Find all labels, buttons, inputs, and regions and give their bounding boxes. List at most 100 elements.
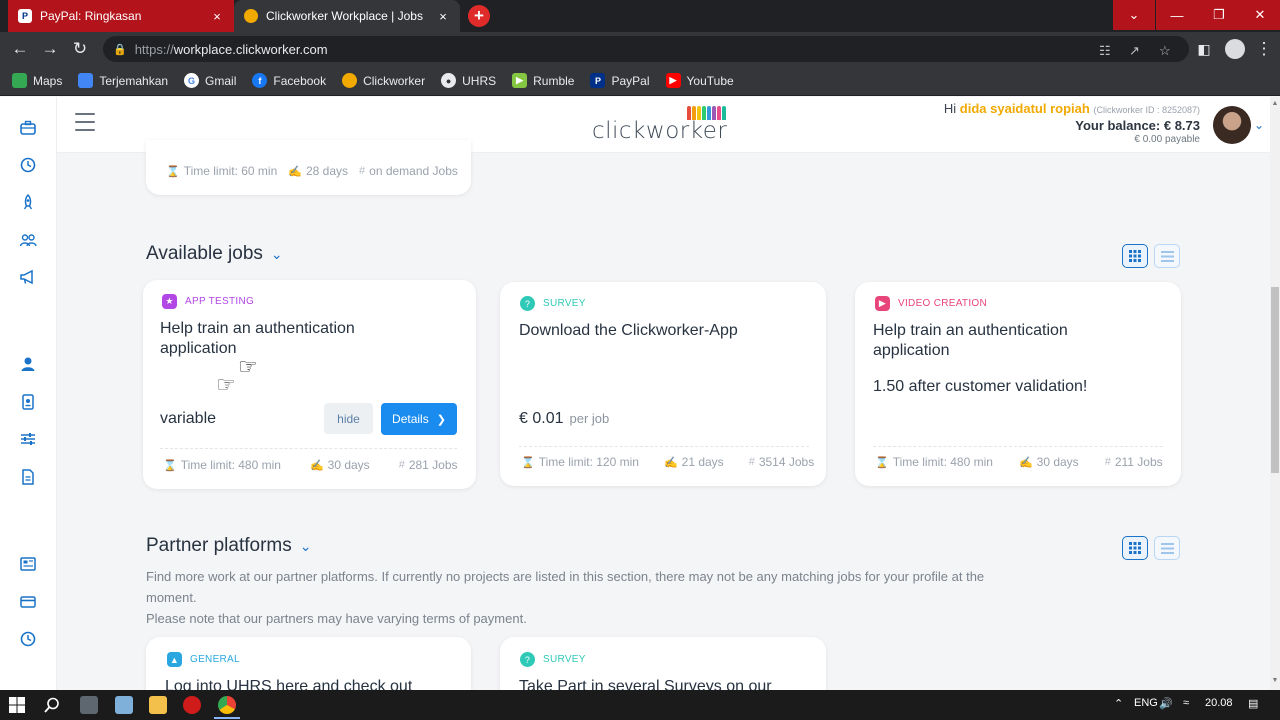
section-title-text: Available jobs — [146, 243, 263, 264]
bookmark-terjemahkan[interactable]: Terjemahkan — [78, 73, 168, 88]
bookmark-clickworker[interactable]: Clickworker — [342, 73, 425, 88]
clickworker-logo[interactable]: clickworker — [592, 106, 737, 146]
user-icon[interactable] — [19, 355, 37, 373]
reload-icon[interactable]: ↻ — [68, 38, 92, 60]
wifi-icon[interactable]: ≈ — [1183, 697, 1189, 709]
side-panel-icon[interactable]: ◧ — [1192, 38, 1216, 60]
maximize-button[interactable]: ❐ — [1198, 0, 1240, 30]
scroll-up-icon[interactable]: ▲ — [1271, 100, 1279, 107]
hamburger-menu-icon[interactable] — [75, 113, 95, 131]
url-bar[interactable]: 🔒 https:// workplace.clickworker.com ☷ ↗… — [103, 36, 1189, 62]
bookmark-uhrs[interactable]: ● UHRS — [441, 73, 496, 88]
grid-icon — [1129, 250, 1141, 262]
bookmark-youtube[interactable]: ▶ YouTube — [665, 73, 734, 88]
jobs-count: # on demand Jobs — [359, 164, 458, 178]
bookmark-star-icon[interactable]: ☆ — [1159, 43, 1171, 59]
bookmark-label: YouTube — [686, 73, 734, 88]
bookmark-label: Rumble — [533, 73, 575, 88]
forward-icon[interactable]: → — [38, 38, 62, 60]
share-icon[interactable]: ↗ — [1129, 43, 1140, 59]
divider — [873, 446, 1163, 447]
tab-clickworker[interactable]: Clickworker Workplace | Jobs × — [234, 0, 460, 32]
chevron-down-icon[interactable]: ⌄ — [300, 538, 312, 555]
bookmark-maps[interactable]: Maps — [12, 73, 62, 88]
time-limit-text: Time limit: 60 min — [183, 164, 278, 178]
history-icon[interactable] — [19, 156, 37, 174]
close-window-button[interactable]: ✕ — [1240, 0, 1280, 30]
users-icon[interactable] — [19, 231, 37, 249]
bookmark-label: Clickworker — [363, 73, 426, 88]
briefcase-icon[interactable] — [19, 119, 37, 137]
document-icon[interactable] — [19, 468, 37, 486]
calculator-icon[interactable] — [80, 696, 98, 714]
scrollbar-thumb[interactable] — [1271, 287, 1279, 473]
hide-button[interactable]: hide — [324, 403, 373, 434]
days: ✍ 28 days — [288, 164, 348, 178]
job-price: € 0.01 per job — [519, 410, 609, 428]
tab-paypal[interactable]: P PayPal: Ringkasan × — [8, 0, 234, 32]
credit-card-icon[interactable] — [19, 593, 37, 611]
menu-dots-icon[interactable]: ⋮ — [1252, 38, 1276, 60]
list-view-toggle[interactable] — [1154, 536, 1180, 560]
details-button[interactable]: Details ❯ — [381, 403, 457, 435]
job-title[interactable]: Take Part in several Surveys on our — [519, 677, 809, 690]
job-title[interactable]: Log into UHRS here and check out — [165, 677, 455, 690]
grid-view-toggle[interactable] — [1122, 244, 1148, 268]
notifications-icon[interactable]: ▤ — [1248, 697, 1258, 710]
page-scrollbar[interactable]: ▲ ▼ — [1270, 97, 1280, 690]
close-tab-icon[interactable]: × — [210, 9, 224, 24]
chrome-icon[interactable] — [218, 696, 236, 714]
close-tab-icon[interactable]: × — [436, 9, 450, 24]
uhrs-icon: ● — [441, 73, 457, 88]
jobs-text: on demand Jobs — [369, 164, 458, 178]
list-view-toggle[interactable] — [1154, 244, 1180, 268]
megaphone-icon[interactable] — [19, 268, 37, 286]
partner-platforms-heading[interactable]: Partner platforms ⌄ — [146, 535, 311, 557]
history-icon[interactable] — [19, 630, 37, 648]
windows-start-icon[interactable] — [8, 696, 26, 714]
newspaper-icon[interactable] — [19, 555, 37, 573]
avatar[interactable] — [1213, 106, 1251, 144]
translate-icon[interactable]: ☷ — [1099, 43, 1111, 59]
search-icon[interactable] — [43, 696, 61, 714]
bookmark-paypal[interactable]: P PayPal — [590, 73, 650, 88]
profile-avatar-icon[interactable] — [1225, 39, 1245, 59]
chevron-up-icon[interactable]: ⌃ — [1114, 697, 1123, 710]
minimize-button[interactable]: — — [1156, 0, 1198, 30]
file-explorer-icon[interactable] — [149, 696, 167, 714]
survey-icon: ? — [520, 296, 535, 311]
survey-icon: ? — [520, 652, 535, 667]
input-language[interactable]: ENG — [1134, 697, 1158, 709]
job-title[interactable]: Help train an authentication application — [873, 321, 1133, 361]
job-title[interactable]: Help train an authentication application — [160, 319, 420, 359]
hourglass-icon: ⌛ — [875, 456, 889, 469]
new-tab-button[interactable]: + — [468, 5, 490, 27]
tab-title: PayPal: Ringkasan — [40, 9, 142, 23]
notepad-icon[interactable] — [115, 696, 133, 714]
general-hat-icon: ▲ — [167, 652, 182, 667]
rocket-icon[interactable] — [19, 193, 37, 211]
hand-cursor-icon: ☞ — [216, 372, 236, 397]
hand-cursor-icon: ☞ — [238, 354, 258, 379]
jobs-text: 281 Jobs — [408, 458, 458, 472]
available-jobs-heading[interactable]: Available jobs ⌄ — [146, 243, 283, 265]
time-limit: ⌛ Time limit: 60 min — [166, 164, 277, 178]
scroll-down-icon[interactable]: ▼ — [1271, 677, 1279, 684]
bookmark-gmail[interactable]: G Gmail — [184, 73, 236, 88]
sliders-icon[interactable] — [19, 430, 37, 448]
clock[interactable]: 20.08 — [1205, 697, 1233, 709]
job-title[interactable]: Download the Clickworker-App — [519, 321, 809, 341]
tab-search-button[interactable]: ⌄ — [1113, 0, 1155, 30]
volume-icon[interactable]: 🔊 — [1159, 697, 1173, 710]
user-name[interactable]: dida syaidatul ropiah — [960, 101, 1090, 116]
chevron-down-icon[interactable]: ⌄ — [1254, 118, 1264, 132]
grid-view-toggle[interactable] — [1122, 536, 1148, 560]
screen-recorder-icon[interactable] — [183, 696, 201, 714]
calendar-hand-icon: ✍ — [309, 459, 324, 472]
bookmark-facebook[interactable]: f Facebook — [252, 73, 326, 88]
id-badge-icon[interactable] — [19, 393, 37, 411]
bookmark-rumble[interactable]: ▶ Rumble — [512, 73, 574, 88]
back-icon[interactable]: ← — [8, 38, 32, 60]
chevron-down-icon[interactable]: ⌄ — [271, 246, 283, 263]
description-line: moment. — [146, 590, 197, 605]
